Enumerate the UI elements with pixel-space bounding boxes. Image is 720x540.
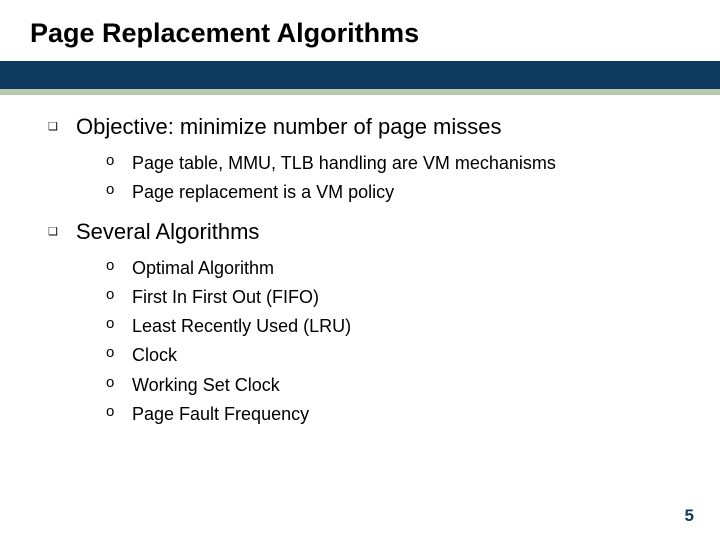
circle-bullet-icon: o [106, 181, 118, 198]
circle-bullet-icon: o [106, 374, 118, 391]
slide-content: ❑ Objective: minimize number of page mis… [0, 95, 720, 426]
sub-bullet-text: Optimal Algorithm [132, 256, 274, 280]
square-bullet-icon: ❑ [48, 225, 58, 238]
sub-bullet-item: o Optimal Algorithm [106, 256, 690, 280]
bullet-text: Several Algorithms [76, 218, 259, 246]
circle-bullet-icon: o [106, 152, 118, 169]
circle-bullet-icon: o [106, 344, 118, 361]
sub-bullet-text: Page replacement is a VM policy [132, 180, 394, 204]
sub-bullet-text: Least Recently Used (LRU) [132, 314, 351, 338]
page-number: 5 [685, 506, 694, 526]
sub-list: o Optimal Algorithm o First In First Out… [106, 256, 690, 427]
sub-bullet-item: o Working Set Clock [106, 373, 690, 397]
sub-bullet-item: o Page replacement is a VM policy [106, 180, 690, 204]
slide-header: Page Replacement Algorithms [0, 0, 720, 57]
sub-bullet-item: o First In First Out (FIFO) [106, 285, 690, 309]
bullet-text: Objective: minimize number of page misse… [76, 113, 502, 141]
circle-bullet-icon: o [106, 403, 118, 420]
sub-bullet-item: o Clock [106, 343, 690, 367]
sub-bullet-text: Clock [132, 343, 177, 367]
slide-title: Page Replacement Algorithms [30, 18, 720, 49]
square-bullet-icon: ❑ [48, 120, 58, 133]
title-bar [0, 61, 720, 95]
sub-bullet-text: First In First Out (FIFO) [132, 285, 319, 309]
sub-list: o Page table, MMU, TLB handling are VM m… [106, 151, 690, 205]
circle-bullet-icon: o [106, 315, 118, 332]
sub-bullet-item: o Page Fault Frequency [106, 402, 690, 426]
circle-bullet-icon: o [106, 257, 118, 274]
sub-bullet-item: o Page table, MMU, TLB handling are VM m… [106, 151, 690, 175]
circle-bullet-icon: o [106, 286, 118, 303]
sub-bullet-text: Page table, MMU, TLB handling are VM mec… [132, 151, 556, 175]
sub-bullet-text: Page Fault Frequency [132, 402, 309, 426]
sub-bullet-item: o Least Recently Used (LRU) [106, 314, 690, 338]
bullet-item: ❑ Objective: minimize number of page mis… [48, 113, 690, 141]
bullet-item: ❑ Several Algorithms [48, 218, 690, 246]
sub-bullet-text: Working Set Clock [132, 373, 280, 397]
